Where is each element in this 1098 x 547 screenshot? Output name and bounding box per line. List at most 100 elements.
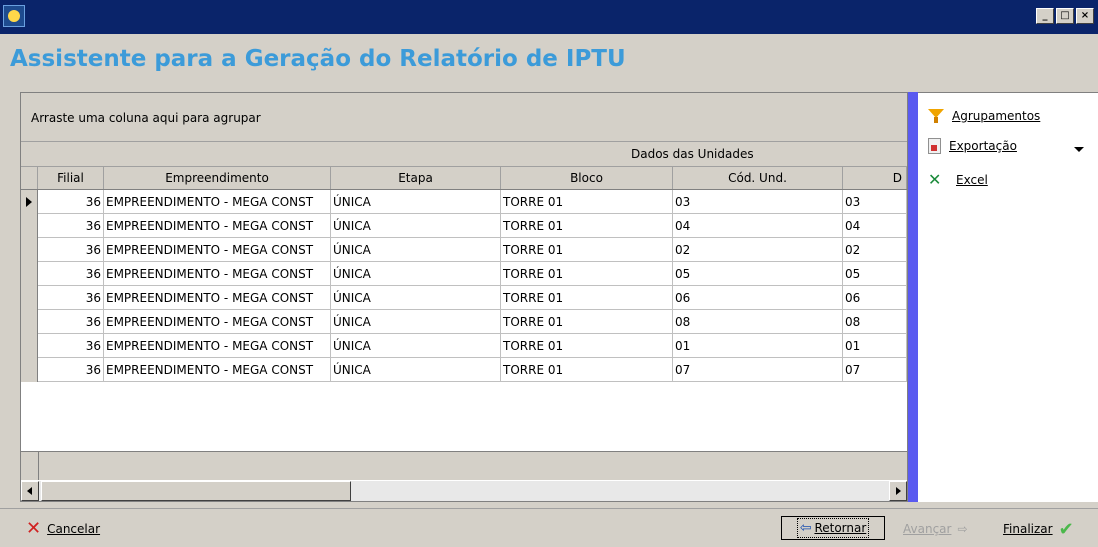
cell-d: 01 xyxy=(843,334,907,358)
cell-etapa: ÚNICA xyxy=(331,334,501,358)
cell-d: 04 xyxy=(843,214,907,238)
page-title: Assistente para a Geração do Relatório d… xyxy=(10,46,626,72)
table-row[interactable]: 36 EMPREENDIMENTO - MEGA CONST ÚNICA TOR… xyxy=(21,334,907,358)
cell-etapa: ÚNICA xyxy=(331,214,501,238)
cell-d: 05 xyxy=(843,262,907,286)
column-header-empreendimento[interactable]: Empreendimento xyxy=(104,167,331,189)
row-indicator xyxy=(21,214,38,238)
finish-label: Finalizar xyxy=(1003,522,1053,536)
grid-rows: 36 EMPREENDIMENTO - MEGA CONST ÚNICA TOR… xyxy=(21,190,907,382)
actions-panel: Agrupamentos Exportação ✕ Excel xyxy=(918,92,1098,502)
arrow-right-icon: ⇨ xyxy=(957,522,968,536)
table-row[interactable]: 36 EMPREENDIMENTO - MEGA CONST ÚNICA TOR… xyxy=(21,286,907,310)
cell-etapa: ÚNICA xyxy=(331,262,501,286)
cell-empreendimento: EMPREENDIMENTO - MEGA CONST xyxy=(104,358,331,382)
row-indicator xyxy=(21,334,38,358)
cell-cod-und: 05 xyxy=(673,262,843,286)
scroll-thumb[interactable] xyxy=(41,481,351,501)
cell-etapa: ÚNICA xyxy=(331,286,501,310)
cell-cod-und: 01 xyxy=(673,334,843,358)
cell-d: 02 xyxy=(843,238,907,262)
cell-filial: 36 xyxy=(38,214,104,238)
back-button[interactable]: ⇦ Retornar xyxy=(781,516,885,540)
title-bar: _ □ × xyxy=(0,0,1098,34)
cell-empreendimento: EMPREENDIMENTO - MEGA CONST xyxy=(104,286,331,310)
data-grid: Arraste uma coluna aqui para agrupar Dad… xyxy=(20,92,908,502)
table-row[interactable]: 36 EMPREENDIMENTO - MEGA CONST ÚNICA TOR… xyxy=(21,214,907,238)
exportacao-button[interactable]: Exportação xyxy=(928,135,1017,157)
cell-empreendimento: EMPREENDIMENTO - MEGA CONST xyxy=(104,334,331,358)
cell-filial: 36 xyxy=(38,286,104,310)
column-header-filial[interactable]: Filial xyxy=(38,167,104,189)
maximize-button[interactable]: □ xyxy=(1056,8,1074,24)
cancel-button[interactable]: ✕ Cancelar xyxy=(26,519,100,539)
cell-d: 08 xyxy=(843,310,907,334)
cell-cod-und: 04 xyxy=(673,214,843,238)
table-row[interactable]: 36 EMPREENDIMENTO - MEGA CONST ÚNICA TOR… xyxy=(21,190,907,214)
finish-button[interactable]: Finalizar ✔ xyxy=(1003,518,1074,540)
minimize-button[interactable]: _ xyxy=(1036,8,1054,24)
cell-bloco: TORRE 01 xyxy=(501,358,673,382)
cell-d: 03 xyxy=(843,190,907,214)
cell-empreendimento: EMPREENDIMENTO - MEGA CONST xyxy=(104,310,331,334)
cell-bloco: TORRE 01 xyxy=(501,190,673,214)
next-label: Avançar xyxy=(903,522,952,536)
agrupamentos-label: Agrupamentos xyxy=(952,109,1041,123)
cell-cod-und: 07 xyxy=(673,358,843,382)
cell-filial: 36 xyxy=(38,358,104,382)
app-icon xyxy=(3,5,25,27)
group-hint: Arraste uma coluna aqui para agrupar xyxy=(31,111,261,125)
group-by-area[interactable]: Arraste uma coluna aqui para agrupar xyxy=(21,93,907,142)
cell-bloco: TORRE 01 xyxy=(501,286,673,310)
cell-empreendimento: EMPREENDIMENTO - MEGA CONST xyxy=(104,214,331,238)
row-indicator xyxy=(21,286,38,310)
cancel-label: Cancelar xyxy=(47,522,101,536)
column-header-bloco[interactable]: Bloco xyxy=(501,167,673,189)
cell-etapa: ÚNICA xyxy=(331,358,501,382)
cancel-icon: ✕ xyxy=(26,518,42,539)
column-header-etapa[interactable]: Etapa xyxy=(331,167,501,189)
cell-filial: 36 xyxy=(38,334,104,358)
cell-cod-und: 08 xyxy=(673,310,843,334)
table-row[interactable]: 36 EMPREENDIMENTO - MEGA CONST ÚNICA TOR… xyxy=(21,238,907,262)
cell-cod-und: 02 xyxy=(673,238,843,262)
cell-bloco: TORRE 01 xyxy=(501,238,673,262)
table-row[interactable]: 36 EMPREENDIMENTO - MEGA CONST ÚNICA TOR… xyxy=(21,310,907,334)
cell-bloco: TORRE 01 xyxy=(501,262,673,286)
arrow-left-icon: ⇦ xyxy=(799,520,812,536)
side-accent-bar xyxy=(908,92,918,502)
next-button[interactable]: Avançar ⇨ xyxy=(903,519,968,539)
cell-filial: 36 xyxy=(38,262,104,286)
back-label: Retornar xyxy=(814,521,867,535)
cell-empreendimento: EMPREENDIMENTO - MEGA CONST xyxy=(104,262,331,286)
check-icon: ✔ xyxy=(1058,518,1074,540)
close-button[interactable]: × xyxy=(1076,8,1094,24)
footer-bar: ✕ Cancelar ⇦ Retornar Avançar ⇨ Finaliza… xyxy=(0,508,1098,547)
cell-etapa: ÚNICA xyxy=(331,310,501,334)
table-row[interactable]: 36 EMPREENDIMENTO - MEGA CONST ÚNICA TOR… xyxy=(21,358,907,382)
row-indicator xyxy=(21,190,38,214)
cell-d: 07 xyxy=(843,358,907,382)
row-indicator xyxy=(21,358,38,382)
cell-empreendimento: EMPREENDIMENTO - MEGA CONST xyxy=(104,190,331,214)
scroll-right-icon[interactable] xyxy=(889,481,907,501)
exportacao-label: Exportação xyxy=(949,139,1017,153)
cell-empreendimento: EMPREENDIMENTO - MEGA CONST xyxy=(104,238,331,262)
table-row[interactable]: 36 EMPREENDIMENTO - MEGA CONST ÚNICA TOR… xyxy=(21,262,907,286)
horizontal-scrollbar[interactable] xyxy=(21,481,907,501)
cell-etapa: ÚNICA xyxy=(331,190,501,214)
cell-filial: 36 xyxy=(38,310,104,334)
cell-bloco: TORRE 01 xyxy=(501,334,673,358)
excel-button[interactable]: ✕ Excel xyxy=(928,169,988,191)
column-header-d[interactable]: D xyxy=(843,167,907,189)
agrupamentos-button[interactable]: Agrupamentos xyxy=(928,105,1040,127)
column-header-cod-und[interactable]: Cód. Und. xyxy=(673,167,843,189)
cell-etapa: ÚNICA xyxy=(331,238,501,262)
cell-d: 06 xyxy=(843,286,907,310)
cell-cod-und: 06 xyxy=(673,286,843,310)
chevron-down-icon[interactable] xyxy=(1074,147,1084,152)
header-indicator xyxy=(21,167,38,189)
scroll-left-icon[interactable] xyxy=(21,481,39,501)
cell-filial: 36 xyxy=(38,190,104,214)
excel-icon: ✕ xyxy=(928,170,942,189)
